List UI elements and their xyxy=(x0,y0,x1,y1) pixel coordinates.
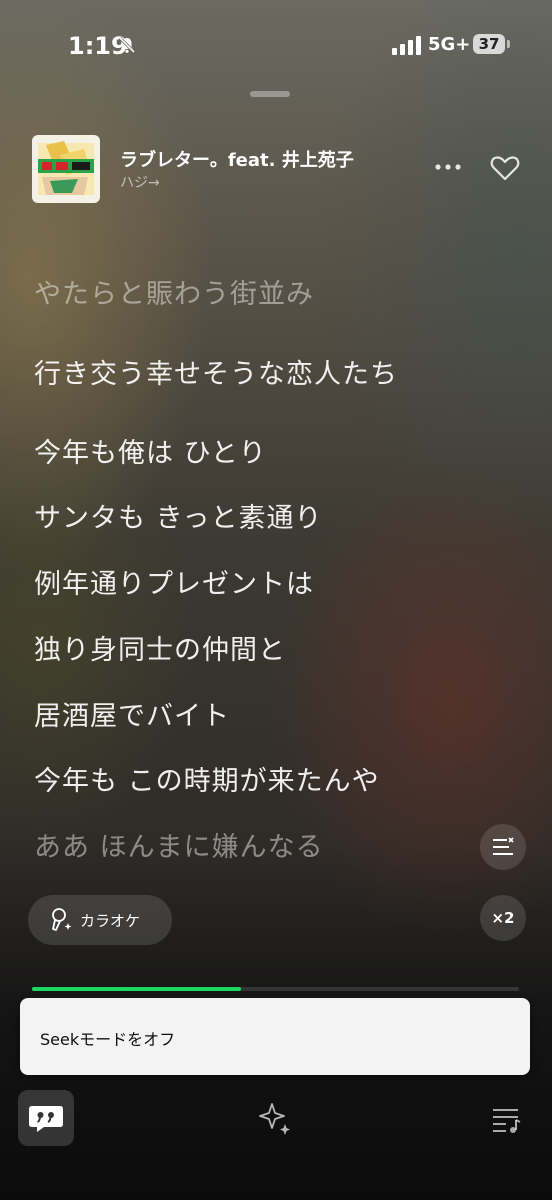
lyric-line[interactable]: ああ ほんまに嫌んなる xyxy=(34,825,324,864)
sheet-grabber[interactable] xyxy=(250,91,290,97)
battery-icon: 37 xyxy=(473,34,505,54)
sparkle-icon xyxy=(259,1103,290,1135)
track-title[interactable]: ラブレター。feat. 井上苑子 xyxy=(120,146,354,172)
lyric-line[interactable]: 居酒屋でバイト xyxy=(34,694,230,733)
toast-text: Seekモードをオフ xyxy=(40,1030,176,1049)
heart-icon[interactable] xyxy=(490,154,520,182)
album-art[interactable] xyxy=(32,135,100,203)
lyric-line[interactable]: サンタも きっと素通り xyxy=(34,496,323,535)
silent-bell-icon xyxy=(118,36,136,54)
karaoke-label: カラオケ xyxy=(80,911,141,930)
lyrics-list-icon xyxy=(493,837,514,855)
seek-mode-toast: Seekモードをオフ xyxy=(20,998,530,1075)
tab-ai[interactable] xyxy=(257,1100,293,1136)
lyric-line[interactable]: 行き交う幸せそうな恋人たち xyxy=(34,352,398,391)
tab-queue[interactable] xyxy=(490,1104,522,1134)
lyric-line[interactable]: やたらと賑わう街並み xyxy=(34,272,314,311)
lyric-line[interactable]: 例年通りプレゼントは xyxy=(34,562,314,601)
queue-icon xyxy=(493,1109,521,1133)
more-options-icon[interactable] xyxy=(432,156,464,178)
speed-button[interactable]: ×2 xyxy=(480,895,526,941)
lyric-line[interactable]: 今年も俺は ひとり xyxy=(34,431,267,470)
progress-fill xyxy=(32,987,242,991)
lyrics-quote-icon xyxy=(29,1106,63,1132)
lyric-line[interactable]: 独り身同士の仲間と xyxy=(34,628,286,667)
lyrics-settings-button[interactable] xyxy=(480,824,526,870)
battery-tip xyxy=(507,40,510,48)
tab-lyrics[interactable] xyxy=(18,1090,74,1146)
microphone-icon xyxy=(52,908,72,931)
status-bar: 1:19 5G+ 37 xyxy=(0,0,552,90)
cellular-signal-icon xyxy=(392,35,421,55)
lyric-line[interactable]: 今年も この時期が来たんや xyxy=(34,759,380,798)
playback-progress-bar[interactable] xyxy=(32,987,519,991)
network-type: 5G+ xyxy=(428,34,471,55)
karaoke-button[interactable]: カラオケ xyxy=(28,895,172,945)
artist-link[interactable]: ハジ→ xyxy=(120,172,160,192)
